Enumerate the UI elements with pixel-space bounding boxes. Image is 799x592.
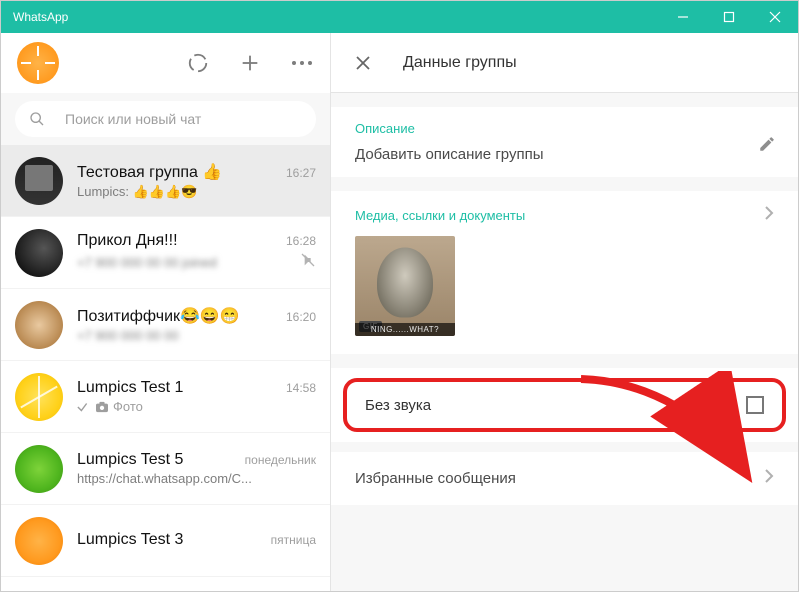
chat-avatar [15,229,63,277]
chat-avatar [15,445,63,493]
mute-toggle-row[interactable]: Без звука [343,378,786,432]
chevron-right-icon [764,205,774,226]
starred-section[interactable]: Избранные сообщения [331,452,798,505]
chat-avatar [15,157,63,205]
chat-name: Прикол Дня!!! [77,232,178,250]
panel-title: Данные группы [403,54,517,72]
chat-avatar [15,373,63,421]
chat-avatar [15,301,63,349]
description-text[interactable]: Добавить описание группы [355,146,774,163]
chat-item[interactable]: Тестовая группа 👍 16:27 Lumpics: 👍👍👍😎 [1,145,330,217]
minimize-button[interactable] [660,1,706,33]
mute-section: Без звука [331,368,798,442]
chat-name: Тестовая группа 👍 [77,162,222,182]
chat-name: Позитиффчик😂😄😁 [77,306,240,326]
chat-list: Тестовая группа 👍 16:27 Lumpics: 👍👍👍😎 Прико… [1,145,330,591]
chat-item[interactable]: Lumpics Test 5 понедельник https://chat.wh… [1,433,330,505]
chat-preview: Фото [77,399,143,414]
search-icon [29,111,45,127]
window-controls [660,1,798,33]
mute-checkbox[interactable] [746,396,764,414]
chat-time: понедельник [245,453,316,467]
description-section: Описание Добавить описание группы [331,107,798,177]
media-label: Медиа, ссылки и документы [355,208,525,223]
chat-time: 16:27 [286,166,316,180]
chat-time: 16:28 [286,234,316,248]
chat-time: пятница [271,533,316,547]
chat-preview: https://chat.whatsapp.com/C... [77,471,252,486]
chat-item[interactable]: Lumpics Test 1 14:58 Фото [1,361,330,433]
chat-name: Lumpics Test 5 [77,451,183,469]
chat-preview: Lumpics: 👍👍👍😎 [77,184,197,200]
search-input[interactable] [65,111,302,127]
close-window-button[interactable] [752,1,798,33]
chat-item[interactable]: Lumpics Test 3 пятница [1,505,330,577]
status-icon[interactable] [186,51,210,75]
sidebar: Тестовая группа 👍 16:27 Lumpics: 👍👍👍😎 Прико… [1,33,331,591]
window-titlebar: WhatsApp [1,1,798,33]
group-info-panel: Данные группы Описание Добавить описание… [331,33,798,591]
muted-icon [300,252,316,273]
maximize-button[interactable] [706,1,752,33]
panel-header: Данные группы [331,33,798,93]
edit-description-icon[interactable] [758,135,776,158]
media-thumbnail[interactable]: GIF NING......WHAT? [355,236,455,336]
starred-label: Избранные сообщения [355,470,516,487]
sidebar-header [1,33,330,93]
menu-icon[interactable] [290,51,314,75]
mute-label: Без звука [365,397,431,414]
chat-name: Lumpics Test 1 [77,379,183,397]
chat-item[interactable]: Позитиффчик😂😄😁 16:20 +7 900 000 00 00 [1,289,330,361]
description-label: Описание [355,121,774,136]
app-title: WhatsApp [1,10,68,24]
chat-name: Lumpics Test 3 [77,531,183,549]
chat-preview: +7 900 000 00 00 [77,328,179,343]
chat-time: 14:58 [286,381,316,395]
media-caption: NING......WHAT? [355,323,455,336]
new-chat-icon[interactable] [238,51,262,75]
search-box[interactable] [15,101,316,137]
chat-avatar [15,517,63,565]
media-section[interactable]: Медиа, ссылки и документы GIF NING......… [331,191,798,354]
my-avatar[interactable] [17,42,59,84]
close-panel-button[interactable] [351,51,375,75]
search-container [1,93,330,145]
chat-item[interactable]: Прикол Дня!!! 16:28 +7 900 000 00 00 joine… [1,217,330,289]
chat-time: 16:20 [286,310,316,324]
chevron-right-icon [764,468,774,489]
chat-preview: +7 900 000 00 00 joined [77,255,217,270]
